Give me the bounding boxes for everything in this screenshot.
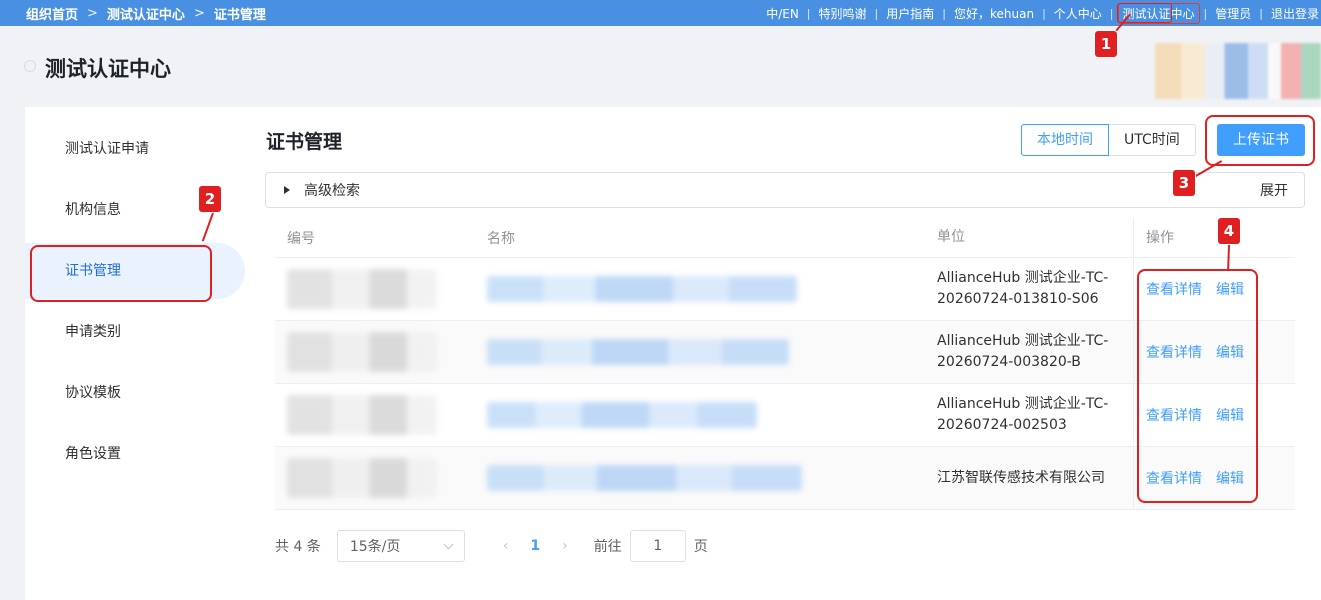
advanced-search-label: 高级检索 <box>304 183 360 199</box>
sidebar-item-role-settings[interactable]: 角色设置 <box>25 424 245 485</box>
page-size-select[interactable]: 15条/页 <box>336 530 465 562</box>
sidebar-item-apply-category[interactable]: 申请类别 <box>25 302 245 363</box>
annotation-badge-3: 3 <box>1173 170 1195 196</box>
table-header: 编号 名称 单位 操作 <box>275 217 1295 258</box>
nav-greeting: 您好，kehuan <box>953 6 1035 21</box>
annotation-box-4 <box>1137 269 1258 503</box>
expand-button[interactable]: 展开 <box>1260 180 1288 200</box>
utc-time-button[interactable]: UTC时间 <box>1109 124 1196 156</box>
prev-page-icon[interactable]: ‹ <box>503 538 509 554</box>
row-unit: AllianceHub 测试企业-TC-20260724-003820-B <box>937 333 1109 370</box>
advanced-search-bar[interactable]: 高级检索 展开 <box>265 172 1305 208</box>
annotation-badge-1: 1 <box>1095 31 1117 57</box>
home-icon <box>24 60 36 72</box>
redacted-name-link[interactable] <box>487 339 789 365</box>
breadcrumb-separator-icon: > <box>193 5 205 21</box>
page-header: 测试认证中心 <box>0 26 1321 106</box>
row-unit: AllianceHub 测试企业-TC-20260724-013810-S06 <box>937 270 1109 307</box>
header-name: 名称 <box>487 230 515 247</box>
redacted-name-link[interactable] <box>487 402 757 428</box>
header-unit: 单位 <box>937 229 965 245</box>
page-title: 测试认证中心 <box>45 57 171 81</box>
nav-divider: | <box>1109 6 1114 20</box>
page-unit-label: 页 <box>693 539 708 555</box>
breadcrumb: 组织首页 > 测试认证中心 > 证书管理 <box>0 4 266 23</box>
sidebar-item-test-apply[interactable]: 测试认证申请 <box>25 119 245 180</box>
breadcrumb-center[interactable]: 测试认证中心 <box>107 4 185 23</box>
nav-divider: | <box>942 6 946 20</box>
breadcrumb-home[interactable]: 组织首页 <box>26 4 78 23</box>
nav-divider: | <box>874 6 879 20</box>
row-unit: 江苏智联传感技术有限公司 <box>937 469 1105 486</box>
annotation-box-2 <box>30 245 212 302</box>
page-size-value: 15条/页 <box>349 539 401 555</box>
goto-page-input[interactable]: 1 <box>629 530 686 562</box>
row-unit: AllianceHub 测试企业-TC-20260724-002503 <box>937 396 1109 433</box>
nav-logout[interactable]: 退出登录 <box>1263 5 1321 22</box>
page-number-current[interactable]: 1 <box>530 538 540 554</box>
redacted-number <box>287 332 437 372</box>
redacted-name-link[interactable] <box>487 276 797 302</box>
goto-label: 前往 <box>593 539 622 555</box>
redacted-number <box>287 458 437 498</box>
total-count: 共 4 条 <box>275 539 321 555</box>
redacted-number <box>287 395 437 435</box>
header-op: 操作 <box>1133 217 1295 258</box>
nav-divider: | <box>806 6 811 20</box>
nav-divider: | <box>1259 6 1263 20</box>
header-no: 编号 <box>287 230 315 247</box>
avatar[interactable] <box>1155 43 1321 99</box>
nav-thanks[interactable]: 特别鸣谢 <box>811 5 875 22</box>
sidebar-item-agreement-template[interactable]: 协议模板 <box>25 363 245 424</box>
time-toggle: 本地时间 UTC时间 <box>1021 124 1196 156</box>
redacted-number <box>287 269 437 309</box>
main-card: 测试认证申请 机构信息 证书管理 申请类别 协议模板 角色设置 证书管理 本地时… <box>25 107 1321 600</box>
next-page-icon[interactable]: › <box>562 538 568 554</box>
chevron-down-icon <box>443 539 454 549</box>
local-time-button[interactable]: 本地时间 <box>1021 124 1109 156</box>
lang-switch[interactable]: 中/EN <box>758 5 807 22</box>
nav-user-guide[interactable]: 用户指南 <box>878 5 942 22</box>
annotation-badge-4: 4 <box>1218 218 1240 244</box>
nav-divider: | <box>1203 6 1208 20</box>
section-title: 证书管理 <box>266 131 343 153</box>
nav-divider: | <box>1042 6 1046 20</box>
annotation-badge-2: 2 <box>199 186 221 212</box>
breadcrumb-separator-icon: > <box>87 5 98 21</box>
breadcrumb-current: 证书管理 <box>213 7 266 23</box>
nav-admin[interactable]: 管理员 <box>1207 5 1259 22</box>
redacted-name-link[interactable] <box>487 465 802 491</box>
sidebar: 测试认证申请 机构信息 证书管理 申请类别 协议模板 角色设置 <box>25 119 245 485</box>
nav-profile[interactable]: 个人中心 <box>1046 5 1110 22</box>
pagination: 共 4 条 15条/页 ‹ 1 › 前往 1 页 <box>275 530 708 562</box>
annotation-box-3 <box>1205 115 1315 166</box>
top-nav: 中/EN | 特别鸣谢 | 用户指南 | 您好，kehuan | 个人中心 | … <box>758 2 1321 24</box>
caret-right-icon <box>284 186 290 194</box>
